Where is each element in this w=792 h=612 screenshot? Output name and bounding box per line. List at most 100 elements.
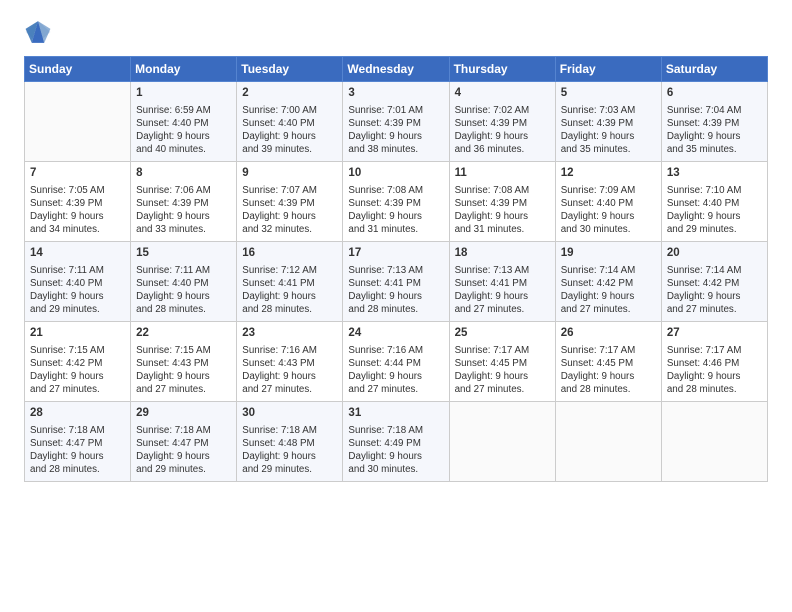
day-info: Sunrise: 7:08 AMSunset: 4:39 PMDaylight:… xyxy=(455,184,550,237)
day-info: Sunrise: 7:11 AMSunset: 4:40 PMDaylight:… xyxy=(136,264,231,317)
logo xyxy=(24,18,56,46)
day-info: Sunrise: 7:18 AMSunset: 4:47 PMDaylight:… xyxy=(30,424,125,477)
calendar-day-11: 11 Sunrise: 7:08 AMSunset: 4:39 PMDayligh… xyxy=(449,162,555,242)
calendar-day-16: 16 Sunrise: 7:12 AMSunset: 4:41 PMDayligh… xyxy=(237,242,343,322)
calendar-day-29: 29 Sunrise: 7:18 AMSunset: 4:47 PMDayligh… xyxy=(131,402,237,482)
calendar-day-10: 10Sunrise: 7:08 AMSunset: 4:39 PMDayligh… xyxy=(343,162,449,242)
calendar-day-15: 15 Sunrise: 7:11 AMSunset: 4:40 PMDayligh… xyxy=(131,242,237,322)
logo-icon xyxy=(24,18,52,46)
calendar-day-empty xyxy=(661,402,767,482)
calendar-day-empty xyxy=(555,402,661,482)
day-info: Sunrise: 7:01 AMSunset: 4:39 PMDaylight:… xyxy=(348,104,443,157)
day-info: Sunrise: 6:59 AMSunset: 4:40 PMDaylight:… xyxy=(136,104,231,157)
day-number: 26 xyxy=(561,326,656,342)
calendar-week-3: 14 Sunrise: 7:11 AMSunset: 4:40 PMDayligh… xyxy=(25,242,768,322)
day-number: 31 xyxy=(348,406,443,422)
calendar-header-row: SundayMondayTuesdayWednesdayThursdayFrid… xyxy=(25,57,768,82)
day-info: Sunrise: 7:16 AMSunset: 4:44 PMDaylight:… xyxy=(348,344,443,397)
day-number: 18 xyxy=(455,246,550,262)
day-header-thursday: Thursday xyxy=(449,57,555,82)
day-info: Sunrise: 7:15 AMSunset: 4:42 PMDaylight:… xyxy=(30,344,125,397)
calendar-day-empty xyxy=(449,402,555,482)
day-number: 3 xyxy=(348,86,443,102)
day-info: Sunrise: 7:07 AMSunset: 4:39 PMDaylight:… xyxy=(242,184,337,237)
day-header-tuesday: Tuesday xyxy=(237,57,343,82)
day-info: Sunrise: 7:15 AMSunset: 4:43 PMDaylight:… xyxy=(136,344,231,397)
day-number: 16 xyxy=(242,246,337,262)
calendar-day-5: 5Sunrise: 7:03 AMSunset: 4:39 PMDaylight… xyxy=(555,82,661,162)
day-info: Sunrise: 7:11 AMSunset: 4:40 PMDaylight:… xyxy=(30,264,125,317)
page: SundayMondayTuesdayWednesdayThursdayFrid… xyxy=(0,0,792,612)
day-number: 12 xyxy=(561,166,656,182)
day-number: 27 xyxy=(667,326,762,342)
day-header-friday: Friday xyxy=(555,57,661,82)
day-number: 15 xyxy=(136,246,231,262)
calendar-week-2: 7 Sunrise: 7:05 AMSunset: 4:39 PMDaylight… xyxy=(25,162,768,242)
header xyxy=(24,18,768,46)
day-number: 8 xyxy=(136,166,231,182)
day-info: Sunrise: 7:18 AMSunset: 4:47 PMDaylight:… xyxy=(136,424,231,477)
day-info: Sunrise: 7:17 AMSunset: 4:45 PMDaylight:… xyxy=(455,344,550,397)
calendar-table: SundayMondayTuesdayWednesdayThursdayFrid… xyxy=(24,56,768,482)
day-number: 28 xyxy=(30,406,125,422)
calendar-day-27: 27 Sunrise: 7:17 AMSunset: 4:46 PMDayligh… xyxy=(661,322,767,402)
day-number: 14 xyxy=(30,246,125,262)
day-number: 6 xyxy=(667,86,762,102)
day-header-sunday: Sunday xyxy=(25,57,131,82)
calendar-day-21: 21 Sunrise: 7:15 AMSunset: 4:42 PMDayligh… xyxy=(25,322,131,402)
calendar-day-7: 7 Sunrise: 7:05 AMSunset: 4:39 PMDaylight… xyxy=(25,162,131,242)
day-info: Sunrise: 7:18 AMSunset: 4:48 PMDaylight:… xyxy=(242,424,337,477)
calendar-day-14: 14 Sunrise: 7:11 AMSunset: 4:40 PMDayligh… xyxy=(25,242,131,322)
day-number: 7 xyxy=(30,166,125,182)
day-header-saturday: Saturday xyxy=(661,57,767,82)
day-number: 11 xyxy=(455,166,550,182)
calendar-day-empty xyxy=(25,82,131,162)
calendar-day-26: 26 Sunrise: 7:17 AMSunset: 4:45 PMDayligh… xyxy=(555,322,661,402)
day-info: Sunrise: 7:14 AMSunset: 4:42 PMDaylight:… xyxy=(667,264,762,317)
day-header-monday: Monday xyxy=(131,57,237,82)
calendar-day-12: 12 Sunrise: 7:09 AMSunset: 4:40 PMDayligh… xyxy=(555,162,661,242)
day-number: 25 xyxy=(455,326,550,342)
day-number: 21 xyxy=(30,326,125,342)
calendar-day-6: 6Sunrise: 7:04 AMSunset: 4:39 PMDaylight… xyxy=(661,82,767,162)
day-info: Sunrise: 7:16 AMSunset: 4:43 PMDaylight:… xyxy=(242,344,337,397)
day-info: Sunrise: 7:14 AMSunset: 4:42 PMDaylight:… xyxy=(561,264,656,317)
calendar-day-23: 23Sunrise: 7:16 AMSunset: 4:43 PMDayligh… xyxy=(237,322,343,402)
day-number: 29 xyxy=(136,406,231,422)
day-number: 20 xyxy=(667,246,762,262)
day-info: Sunrise: 7:00 AMSunset: 4:40 PMDaylight:… xyxy=(242,104,337,157)
calendar-day-2: 2 Sunrise: 7:00 AMSunset: 4:40 PMDaylight… xyxy=(237,82,343,162)
day-number: 13 xyxy=(667,166,762,182)
day-info: Sunrise: 7:10 AMSunset: 4:40 PMDaylight:… xyxy=(667,184,762,237)
day-info: Sunrise: 7:17 AMSunset: 4:46 PMDaylight:… xyxy=(667,344,762,397)
calendar-day-25: 25 Sunrise: 7:17 AMSunset: 4:45 PMDayligh… xyxy=(449,322,555,402)
day-number: 19 xyxy=(561,246,656,262)
calendar-day-31: 31 Sunrise: 7:18 AMSunset: 4:49 PMDayligh… xyxy=(343,402,449,482)
calendar-day-28: 28 Sunrise: 7:18 AMSunset: 4:47 PMDayligh… xyxy=(25,402,131,482)
calendar-day-18: 18Sunrise: 7:13 AMSunset: 4:41 PMDayligh… xyxy=(449,242,555,322)
calendar-day-4: 4Sunrise: 7:02 AMSunset: 4:39 PMDaylight… xyxy=(449,82,555,162)
calendar-week-4: 21 Sunrise: 7:15 AMSunset: 4:42 PMDayligh… xyxy=(25,322,768,402)
day-header-wednesday: Wednesday xyxy=(343,57,449,82)
day-info: Sunrise: 7:09 AMSunset: 4:40 PMDaylight:… xyxy=(561,184,656,237)
day-info: Sunrise: 7:12 AMSunset: 4:41 PMDaylight:… xyxy=(242,264,337,317)
day-number: 9 xyxy=(242,166,337,182)
day-info: Sunrise: 7:18 AMSunset: 4:49 PMDaylight:… xyxy=(348,424,443,477)
calendar-day-30: 30Sunrise: 7:18 AMSunset: 4:48 PMDayligh… xyxy=(237,402,343,482)
day-info: Sunrise: 7:05 AMSunset: 4:39 PMDaylight:… xyxy=(30,184,125,237)
calendar-day-9: 9 Sunrise: 7:07 AMSunset: 4:39 PMDaylight… xyxy=(237,162,343,242)
calendar-week-1: 1 Sunrise: 6:59 AMSunset: 4:40 PMDaylight… xyxy=(25,82,768,162)
day-number: 22 xyxy=(136,326,231,342)
day-number: 5 xyxy=(561,86,656,102)
calendar-day-24: 24Sunrise: 7:16 AMSunset: 4:44 PMDayligh… xyxy=(343,322,449,402)
day-info: Sunrise: 7:13 AMSunset: 4:41 PMDaylight:… xyxy=(348,264,443,317)
calendar-day-8: 8Sunrise: 7:06 AMSunset: 4:39 PMDaylight… xyxy=(131,162,237,242)
day-info: Sunrise: 7:17 AMSunset: 4:45 PMDaylight:… xyxy=(561,344,656,397)
calendar-day-17: 17Sunrise: 7:13 AMSunset: 4:41 PMDayligh… xyxy=(343,242,449,322)
day-number: 2 xyxy=(242,86,337,102)
day-number: 1 xyxy=(136,86,231,102)
calendar-day-22: 22 Sunrise: 7:15 AMSunset: 4:43 PMDayligh… xyxy=(131,322,237,402)
calendar-day-3: 3 Sunrise: 7:01 AMSunset: 4:39 PMDaylight… xyxy=(343,82,449,162)
day-number: 10 xyxy=(348,166,443,182)
calendar-day-13: 13 Sunrise: 7:10 AMSunset: 4:40 PMDayligh… xyxy=(661,162,767,242)
